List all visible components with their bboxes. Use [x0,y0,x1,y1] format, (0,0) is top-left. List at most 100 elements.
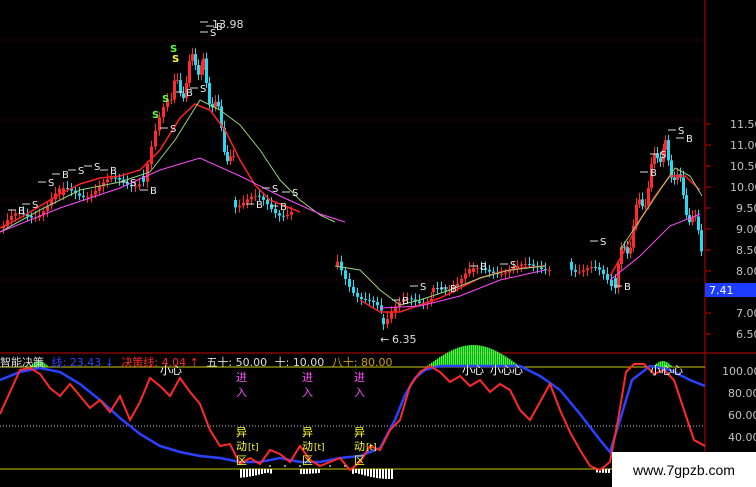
candle-body [58,188,61,194]
candle-body [336,261,339,266]
candle-body [179,80,182,94]
candle-body [278,213,281,216]
candle-body [540,267,543,270]
candle-body [348,279,351,287]
low-annotation: ← 6.35 [380,333,417,346]
high-price-label: 13.98 [212,18,244,31]
candle-body [229,156,232,162]
price-tick: 10.00 [730,181,756,194]
candle-body [410,298,413,300]
sell-signal-mark: S [130,178,136,189]
candle-body [238,205,241,208]
candle-body [170,99,173,101]
candle-body [82,195,85,198]
candle-body [440,288,443,290]
buy-signal-mark: B [686,134,693,145]
osc-white-bar [608,469,610,473]
osc-white-bar [370,469,372,477]
fifty-value: 50.00 [235,356,268,369]
candle-body [586,268,589,271]
sell-signal-mark: S [200,84,206,95]
stock-chart: 11.50 11.00 10.50 10.00 9.50 9.00 8.50 8… [0,0,756,487]
candle-body [590,267,593,269]
osc-white-bar [300,469,302,474]
candle-body [356,292,359,297]
candle-body [653,153,656,165]
osc-white-bar [367,469,369,477]
buy-signal-mark: B [186,88,193,99]
candle-body [254,195,257,197]
osc-white-bar [373,469,375,478]
candle-body [368,299,371,301]
osc-white-bar [303,469,305,474]
candle-body [436,287,439,289]
jin-label: 进 [236,371,247,384]
candle-body [598,267,601,270]
yi-label: 异 [302,426,313,439]
candle-body [472,268,475,272]
candle-body [98,186,101,191]
osc-text-annotations: 小心 小心 小心心 小心心 进 入 异 动 [t] 区 进 入 异 动 [t] … [160,364,683,467]
osc-white-bar [391,469,393,479]
price-tick: 9.50 [736,202,756,215]
candle-body [682,177,685,196]
sell-signal-mark: S [48,178,54,189]
price-tick: 6.50 [736,328,756,341]
sell-signal-mark: S [600,237,606,248]
candle-body [217,101,220,107]
candle-body [14,213,17,216]
osc-tick: 40.00 [728,431,756,444]
sell-signal-mark: S [292,188,298,199]
buy-sell-signals: BSSB S S BSBSB SSBBS SBBS BB SSBSSBBSSSS [8,22,693,307]
candle-body [226,152,229,162]
candle-body [667,140,670,161]
dong-label: 动 [302,440,313,453]
price-tick: 11.50 [730,118,756,131]
candle-body [602,269,605,275]
highlight-sell-mark: S [162,94,169,105]
osc-white-bar [246,469,248,478]
bracket-label: [t] [314,443,325,453]
qu-label: 区 [236,454,247,467]
osc-white-bar [318,469,320,473]
buy-signal-mark: B [110,166,117,177]
candle-body [570,262,573,270]
osc-white-bar [605,469,607,473]
osc-white-bar [270,469,272,474]
sell-signal-mark: S [94,162,100,173]
sell-signal-mark: S [678,126,684,137]
buy-signal-mark: B [256,200,263,211]
candle-body [214,101,217,108]
candle-body [500,273,503,275]
qu-label: 区 [354,454,365,467]
candle-body [594,267,597,269]
osc-white-bar [249,469,251,477]
osc-axis-labels: 100.00 80.00 60.00 40.00 [722,365,756,444]
candle-body [685,195,688,216]
buy-signal-mark: B [450,284,457,295]
jin-label: 进 [302,371,313,384]
indicator-name[interactable]: 智能决策 [0,356,44,369]
dong-label: 动 [354,440,365,453]
candle-body [664,140,667,150]
down-arrow-icon: ↓ [104,356,114,369]
candle-body [700,230,703,252]
osc-white-bar [388,469,390,479]
candle-body [106,179,109,183]
osc-white-bars [240,469,610,479]
candle-body [697,216,700,231]
candle-body [118,177,121,180]
buy-signal-mark: B [480,262,487,273]
highlight-sell-mark: S [172,54,179,65]
osc-white-bar [306,469,308,474]
candle-body [364,298,367,300]
sell-signal-mark: S [32,200,38,211]
candle-body [673,177,676,180]
candle-body [78,193,81,196]
price-tick: 11.00 [730,139,756,152]
candle-body [234,200,237,208]
candlesticks [2,47,703,331]
dong-label: 动 [236,440,247,453]
osc-white-bar [312,469,314,474]
candle-body [270,204,273,210]
